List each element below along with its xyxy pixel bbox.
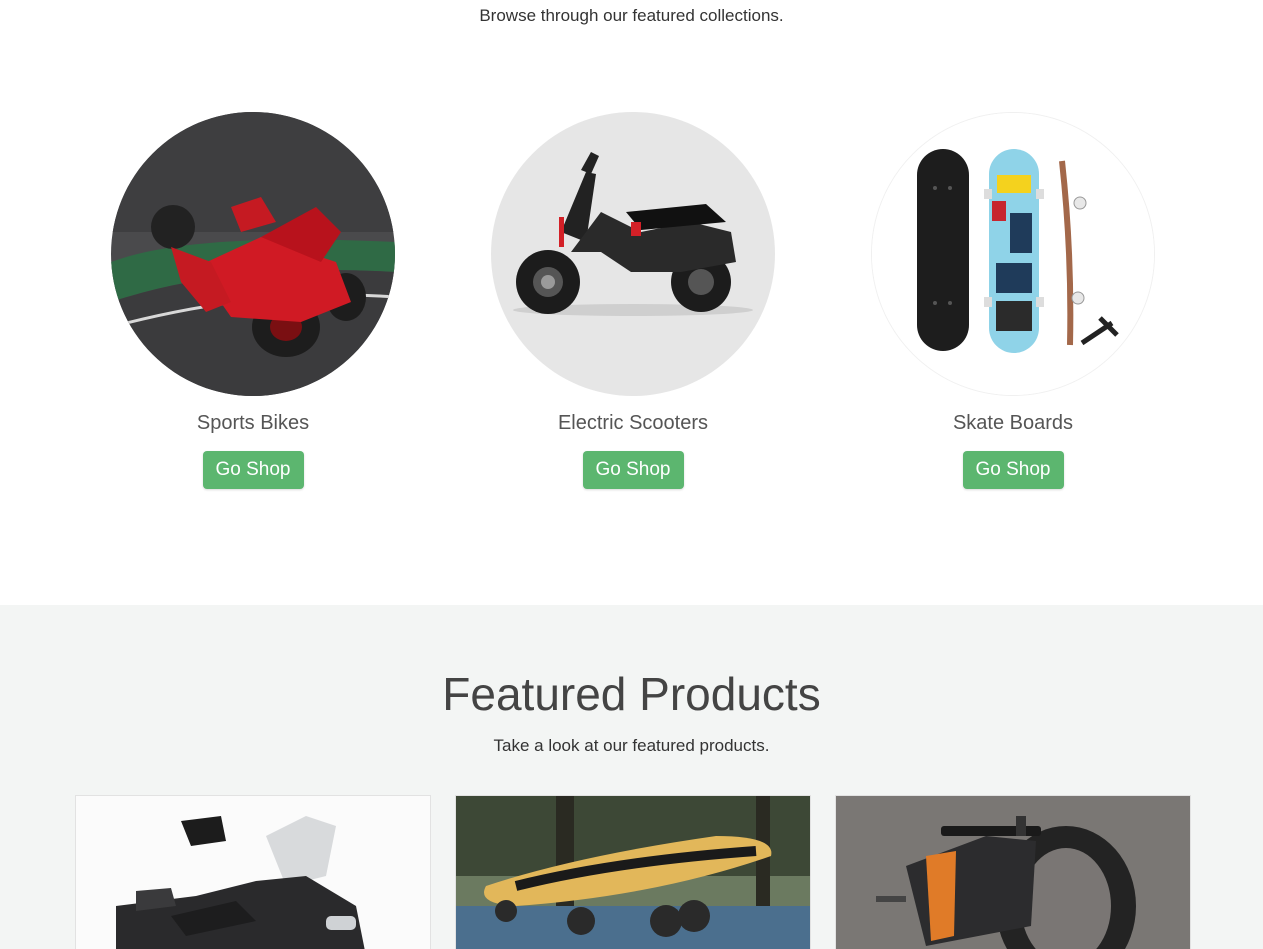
featured-subtitle: Take a look at our featured products.	[493, 736, 770, 755]
product-card-electric-motorcycle[interactable]	[835, 795, 1191, 949]
electric-scooter-image[interactable]	[491, 112, 775, 396]
collection-electric-scooters: Electric Scooters Go Shop	[491, 112, 775, 489]
collection-sports-bikes: Sports Bikes Go Shop	[111, 112, 395, 489]
skateboards-image[interactable]	[871, 112, 1155, 396]
go-shop-button[interactable]: Go Shop	[202, 451, 304, 489]
featured-title: Featured Products	[442, 668, 821, 720]
product-card-maxi-scooter[interactable]	[75, 795, 431, 949]
collection-skate-boards: Skate Boards Go Shop	[871, 112, 1155, 489]
collection-name: Electric Scooters	[557, 412, 709, 434]
product-card-longboard[interactable]	[455, 795, 811, 949]
collections-section: Browse through our featured collections.	[0, 0, 1263, 605]
sports-bike-image[interactable]	[111, 112, 395, 396]
collections-subtitle: Browse through our featured collections.	[479, 6, 784, 25]
featured-products-section: Featured Products Take a look at our fea…	[0, 605, 1263, 949]
collection-name: Skate Boards	[952, 412, 1074, 434]
go-shop-button[interactable]: Go Shop	[962, 451, 1064, 489]
go-shop-button[interactable]: Go Shop	[582, 451, 684, 489]
collection-name: Sports Bikes	[196, 412, 310, 434]
page: Browse through our featured collections.	[0, 0, 1263, 949]
